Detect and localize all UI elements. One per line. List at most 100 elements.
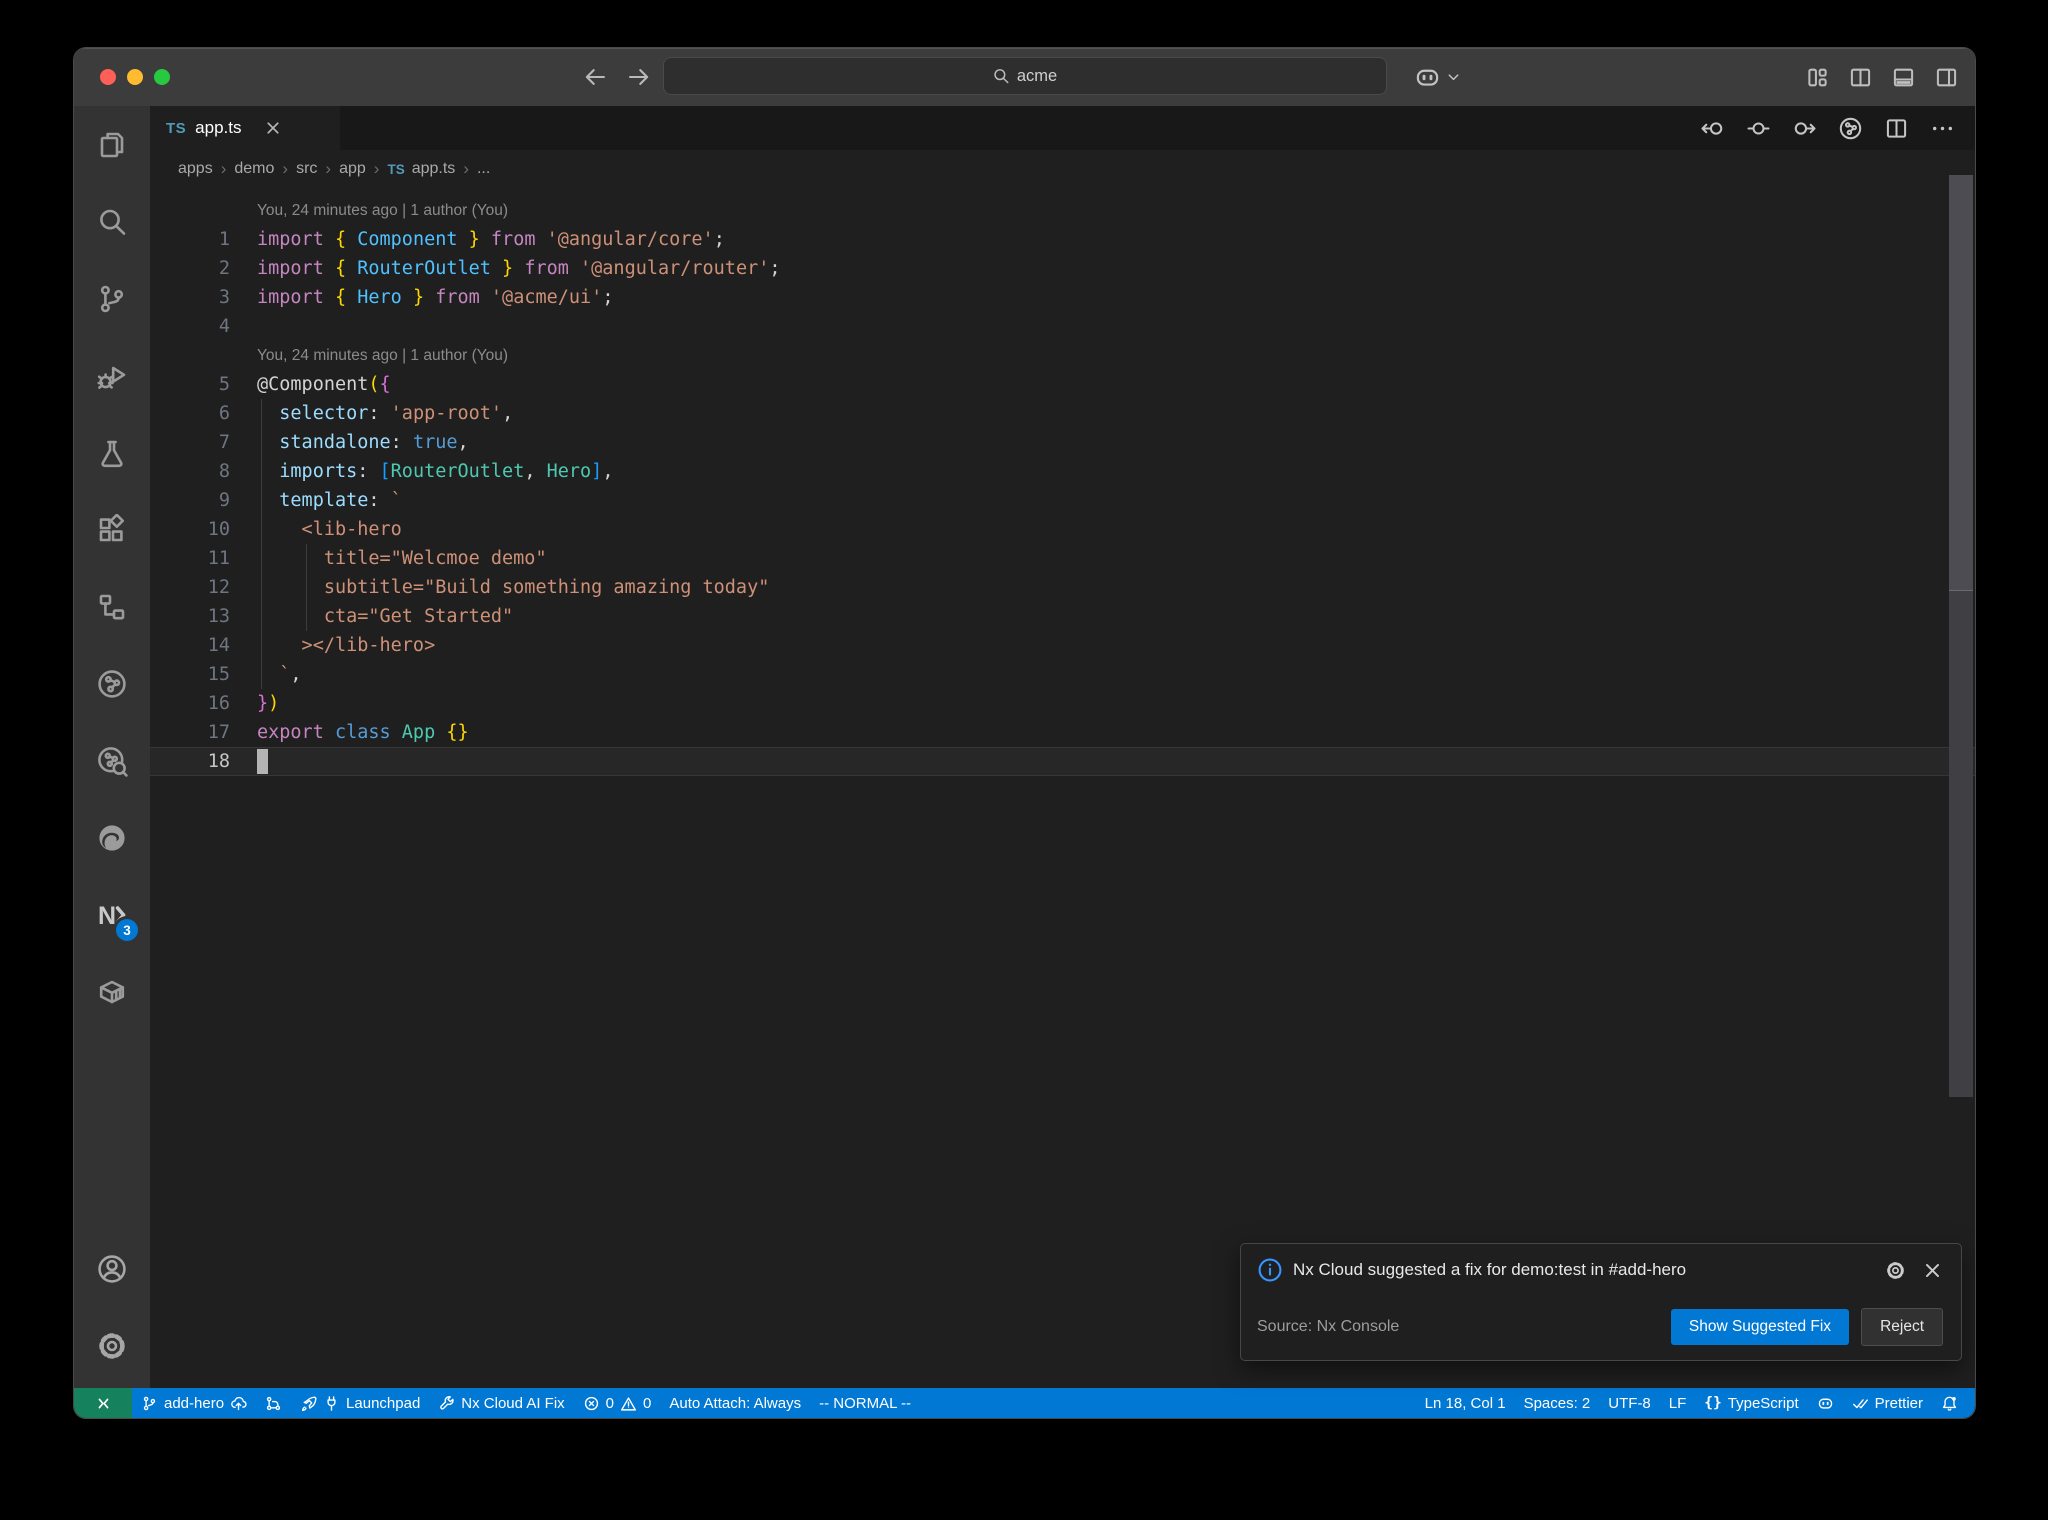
split-editor-icon[interactable] [1884,116,1909,141]
line-number: 18 [207,751,230,772]
line-number: 8 [218,461,230,482]
show-suggested-fix-button[interactable]: Show Suggested Fix [1670,1309,1850,1345]
editor-scrollbar[interactable] [1949,175,1973,1097]
status-remote-indicator[interactable] [74,1388,132,1418]
activity-item-project-structure[interactable] [74,568,150,645]
activity-item-accounts[interactable] [74,1230,150,1307]
breadcrumb-item-src[interactable]: src [296,160,317,178]
status-notifications-bell[interactable] [1932,1388,1967,1418]
status-problems[interactable]: 00 [574,1388,661,1418]
status-indentation[interactable]: Spaces: 2 [1515,1388,1600,1418]
more-actions-icon[interactable] [1930,116,1955,141]
line-number: 6 [218,403,230,424]
status-encoding[interactable]: UTF-8 [1599,1388,1660,1418]
breadcrumb-item-[interactable]: ... [477,160,490,178]
line-number: 12 [207,577,230,598]
containers-icon [96,976,128,1008]
nx-cloud-run-icon[interactable] [1838,116,1863,141]
line-number: 15 [207,664,230,685]
status-eol[interactable]: LF [1660,1388,1696,1418]
customize-layout-icon[interactable] [1805,65,1830,90]
close-window-button[interactable] [100,69,116,85]
activity-item-extensions[interactable] [74,491,150,568]
status-git-branch-label: add-hero [164,1394,225,1412]
activity-item-nx-console[interactable]: N3 [74,876,150,953]
search-value: acme [1016,66,1058,85]
status-prettier-label: Prettier [1874,1394,1923,1412]
nav-forward-icon[interactable] [1792,116,1817,141]
project-structure-icon [96,591,128,623]
nav-current-icon[interactable] [1746,116,1771,141]
git-graph-graph-icon [265,1395,282,1412]
activity-item-nx-inspect[interactable] [74,722,150,799]
breadcrumb: apps › demo › src › app › TS app.ts ›... [150,150,1975,188]
status-language-mode[interactable]: {} TypeScript [1695,1388,1807,1418]
breadcrumb-item-appts[interactable]: app.ts [412,160,456,178]
activity-item-testing[interactable] [74,414,150,491]
line-number: 11 [207,548,230,569]
status-copilot[interactable] [1808,1388,1843,1418]
history-navigation [582,48,652,106]
breadcrumb-item-demo[interactable]: demo [234,160,274,178]
status-prettier[interactable]: Prettier [1843,1388,1932,1418]
minimize-window-button[interactable] [127,69,143,85]
tab-app-ts[interactable]: TS app.ts [150,106,340,150]
status-nx-cloud-ai-fix[interactable]: Nx Cloud AI Fix [429,1388,573,1418]
activity-item-edge-tools[interactable] [74,799,150,876]
info-icon [1257,1257,1283,1283]
zoom-window-button[interactable] [154,69,170,85]
go-back-icon[interactable] [582,64,608,90]
activity-item-search[interactable] [74,183,150,260]
notification-close-icon[interactable] [1922,1260,1943,1281]
activity-item-source-control[interactable] [74,260,150,337]
go-forward-icon[interactable] [626,64,652,90]
code-editor[interactable]: You, 24 minutes ago | 1 author (You) 1 imp… [150,188,1975,1388]
status-launchpad[interactable]: Launchpad [291,1388,429,1418]
prettier-check-double-icon [1852,1395,1869,1412]
copilot-copilot-icon [1817,1395,1834,1412]
copilot-menu[interactable] [1414,48,1461,106]
notification-settings-gear-icon[interactable] [1885,1260,1906,1281]
breadcrumb-item-app[interactable]: app [339,160,366,178]
status-vim-mode-label: -- NORMAL -- [819,1394,912,1412]
close-tab-icon[interactable] [264,119,282,137]
typescript-file-icon: TS [387,161,405,177]
status-auto-attach[interactable]: Auto Attach: Always [660,1388,810,1418]
status-language-mode-label: TypeScript [1727,1394,1799,1412]
code-line-18: 18 [150,747,1975,776]
status-git-branch[interactable]: add-hero [132,1388,256,1418]
toggle-panel-icon[interactable] [1891,65,1916,90]
line-number: 2 [218,258,230,279]
editor-group: TS app.ts apps › demo › src › app › TS app.ts ›...… [150,106,1975,1388]
activity-item-containers[interactable] [74,953,150,1030]
typescript-file-icon: TS [166,119,187,137]
git-branch-branch-icon [141,1395,158,1412]
problems-warning-icon [620,1395,637,1412]
toggle-secondary-sidebar-icon[interactable] [1934,65,1959,90]
activity-item-settings[interactable] [74,1307,150,1384]
toggle-primary-sidebar-icon[interactable] [1848,65,1873,90]
command-center-search[interactable]: acme [662,57,1387,95]
copilot-icon [1414,64,1441,91]
tab-bar: TS app.ts [150,106,1975,150]
text-cursor [257,749,268,774]
activity-item-nx-cloud-runs[interactable] [74,645,150,722]
breadcrumb-item-apps[interactable]: apps [178,160,213,178]
activity-item-run-debug[interactable] [74,337,150,414]
code-line-7: 7 standalone: true, [150,428,1975,457]
nav-back-icon[interactable] [1700,116,1725,141]
notifications-bell-bell-icon [1941,1395,1958,1412]
chevron-right-icon: › [373,159,380,178]
workbench: N3 TS app.ts apps › demo › src › app › TS app.ts ›… [74,106,1975,1388]
line-number: 14 [207,635,230,656]
line-number: 16 [207,693,230,714]
blame-annotation: You, 24 minutes ago | 1 author (You) [150,341,1975,370]
activity-badge: 3 [116,919,138,941]
extensions-icon [96,513,128,546]
status-vim-mode[interactable]: -- NORMAL -- [810,1388,920,1418]
chevron-right-icon: › [325,159,332,178]
reject-button[interactable]: Reject [1861,1308,1943,1346]
activity-item-explorer[interactable] [74,106,150,183]
status-cursor-position[interactable]: Ln 18, Col 1 [1416,1388,1515,1418]
status-git-graph[interactable] [256,1388,291,1418]
